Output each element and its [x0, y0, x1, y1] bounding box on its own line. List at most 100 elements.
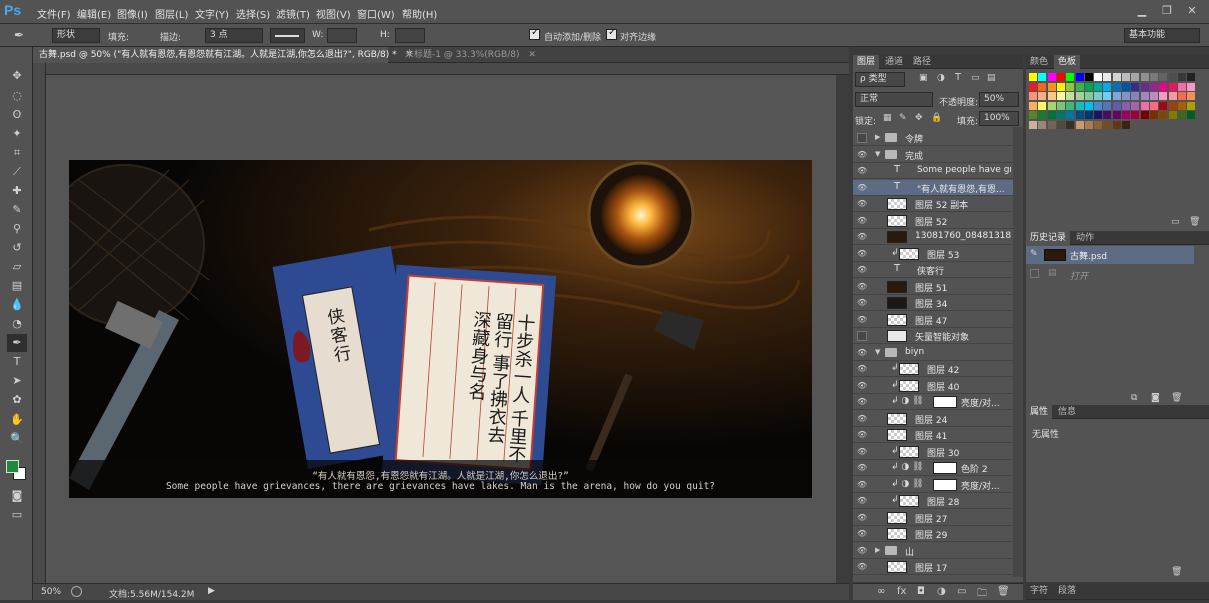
color-swatch[interactable] [1140, 73, 1149, 81]
menu-edit[interactable]: 编辑(E) [77, 6, 111, 21]
document-canvas[interactable]: 侠客行 十步杀一人 千里不留行 事了拂衣去 深藏身与名 “有人就有恩怨,有恩怨就… [69, 160, 812, 498]
pen-tool-icon[interactable]: ✒ [7, 334, 27, 352]
screen-mode-icon[interactable]: ▭ [7, 506, 27, 524]
eye-icon[interactable]: 👁 [857, 150, 867, 160]
status-menu-arrow-icon[interactable]: ▶ [208, 586, 215, 596]
eraser-tool-icon[interactable]: ▱ [7, 258, 27, 276]
layer-row[interactable]: 👁 图层 51 [853, 278, 1013, 295]
color-swatch[interactable] [1103, 111, 1112, 119]
layer-row[interactable]: 👁 ▼ biyn [853, 344, 1013, 361]
delete-state-icon[interactable]: 🗑 [1171, 393, 1182, 403]
color-swatch[interactable] [1066, 73, 1075, 81]
color-swatch[interactable] [1047, 111, 1056, 119]
tab-history[interactable]: 历史记录 [1026, 231, 1071, 245]
color-swatch[interactable] [1177, 92, 1186, 100]
color-swatch[interactable] [1168, 111, 1177, 119]
menu-select[interactable]: 选择(S) [236, 6, 270, 21]
color-swatch[interactable] [1131, 82, 1140, 91]
color-swatch[interactable] [1066, 111, 1075, 119]
filter-adjustment-icon[interactable]: ◑ [937, 73, 945, 83]
path-selection-tool-icon[interactable]: ➤ [7, 372, 27, 390]
color-swatch[interactable] [1047, 92, 1056, 100]
menu-filter[interactable]: 滤镜(T) [276, 6, 310, 21]
color-swatch[interactable] [1177, 73, 1186, 81]
eye-icon[interactable]: 👁 [857, 414, 867, 424]
collapse-arrow-icon[interactable]: ▼ [875, 150, 880, 158]
layer-row[interactable]: 👁 图层 17 [853, 559, 1013, 575]
color-swatch[interactable] [1047, 120, 1056, 129]
color-swatch[interactable] [1131, 73, 1140, 81]
color-swatch[interactable] [1177, 111, 1186, 119]
layer-row[interactable]: 👁 ↲ 图层 42 [853, 361, 1013, 377]
tab-character[interactable]: 字符 [1026, 583, 1052, 600]
clone-stamp-tool-icon[interactable]: ⚲ [7, 220, 27, 238]
color-swatch[interactable] [1094, 101, 1103, 110]
eye-icon[interactable]: 👁 [857, 381, 867, 391]
width-input[interactable] [327, 28, 357, 43]
color-swatch[interactable] [1112, 92, 1121, 100]
color-swatch[interactable] [1112, 82, 1121, 91]
layer-row[interactable]: 👁 ↲ ◑ ⛓ 亮度/对... [853, 394, 1013, 410]
hidden-box-icon[interactable] [857, 331, 867, 341]
layer-row[interactable]: 👁 图层 41 [853, 427, 1013, 443]
layer-row[interactable]: 👁 ▼ 完成 [853, 146, 1013, 163]
healing-brush-tool-icon[interactable]: ✚ [7, 182, 27, 200]
menu-type[interactable]: 文字(Y) [195, 6, 229, 21]
marquee-tool-icon[interactable]: ◌ [7, 87, 27, 105]
blur-tool-icon[interactable]: 💧 [7, 296, 27, 314]
color-swatch[interactable] [1187, 82, 1196, 91]
color-swatch[interactable] [1159, 111, 1168, 119]
history-step[interactable]: ▤ 打开 [1026, 265, 1194, 283]
menu-help[interactable]: 帮助(H) [402, 6, 437, 21]
color-swatch[interactable] [1094, 82, 1103, 91]
filter-pixel-icon[interactable]: ▣ [919, 73, 928, 83]
menu-window[interactable]: 窗口(W) [357, 6, 395, 21]
expand-arrow-icon[interactable]: ▶ [875, 133, 880, 141]
color-swatch[interactable] [1187, 101, 1196, 110]
eye-icon[interactable]: 👁 [857, 166, 867, 176]
eye-icon[interactable]: 👁 [857, 249, 867, 259]
eye-icon[interactable]: 👁 [857, 298, 867, 308]
layer-row[interactable]: 👁 图层 27 [853, 509, 1013, 526]
height-input[interactable] [395, 28, 425, 43]
shape-mode-select[interactable]: 形状 [52, 28, 100, 43]
close-window-icon[interactable]: ✕ [1185, 4, 1199, 18]
color-swatch[interactable] [1168, 73, 1177, 81]
delete-layer-icon[interactable]: 🗑 [997, 586, 1010, 597]
color-swatch[interactable] [1047, 73, 1056, 81]
layer-row[interactable]: 👁 图层 47 [853, 311, 1013, 328]
eye-icon[interactable]: 👁 [857, 513, 867, 523]
menu-image[interactable]: 图像(I) [117, 6, 148, 21]
color-swatch[interactable] [1122, 73, 1130, 81]
type-tool-icon[interactable]: T [7, 353, 27, 371]
share-icon[interactable] [71, 586, 82, 597]
color-swatch[interactable] [1075, 92, 1084, 100]
new-layer-icon[interactable]: 🗀 [977, 586, 987, 603]
color-swatch[interactable] [1047, 101, 1056, 110]
pen-tool-preset-icon[interactable]: ✒ [14, 28, 24, 42]
eye-icon[interactable]: 👁 [857, 183, 867, 193]
color-swatch[interactable] [1038, 92, 1047, 100]
color-swatch[interactable] [1103, 120, 1112, 129]
color-swatch[interactable] [1122, 101, 1130, 110]
color-swatch[interactable] [1084, 111, 1093, 119]
tab-untitled-1[interactable]: 未标题-1 @ 33.3%(RGB/8) ✕ [399, 47, 542, 63]
eye-icon[interactable]: 👁 [857, 430, 867, 440]
opacity-input[interactable]: 50% [979, 92, 1019, 107]
color-swatch[interactable] [1149, 111, 1158, 119]
new-document-from-state-icon[interactable]: ⧉ [1131, 393, 1137, 403]
layer-row[interactable]: 👁 ↲ 图层 53 [853, 245, 1013, 262]
magic-wand-tool-icon[interactable]: ✦ [7, 125, 27, 143]
move-tool-icon[interactable]: ✥ [7, 67, 27, 85]
color-swatch[interactable] [1112, 111, 1121, 119]
color-swatch[interactable] [1131, 101, 1140, 110]
color-swatch[interactable] [1187, 111, 1196, 119]
snapshot-camera-icon[interactable]: ◙ [1151, 393, 1160, 403]
history-brush-tool-icon[interactable]: ↺ [7, 239, 27, 257]
color-swatch[interactable] [1084, 82, 1093, 91]
eye-icon[interactable]: 👁 [857, 315, 867, 325]
layer-row[interactable]: 👁 13081760_08481318... [853, 229, 1013, 245]
color-swatch[interactable] [1084, 73, 1093, 81]
color-swatch[interactable] [1029, 111, 1037, 119]
zoom-level[interactable]: 50% [41, 587, 61, 597]
